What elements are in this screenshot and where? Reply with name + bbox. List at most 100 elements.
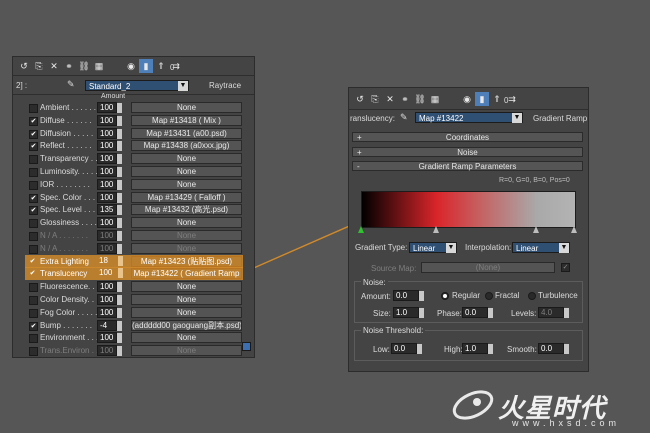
map-amount-spinner[interactable]: 18	[97, 255, 123, 267]
material-id-icon[interactable]: ▦	[428, 92, 442, 106]
map-slot-button[interactable]: None	[131, 217, 242, 229]
map-slot-button[interactable]: None	[131, 178, 242, 190]
put-to-scene-icon[interactable]: ⎘	[368, 92, 382, 106]
map-slot-button[interactable]: None	[131, 242, 242, 254]
noise-phase-spinner[interactable]: 0.0	[462, 307, 493, 318]
map-amount-spinner[interactable]: -4	[97, 319, 122, 331]
reset-icon[interactable]: ✕	[47, 59, 61, 73]
source-map-checkbox[interactable]: ✓	[561, 263, 570, 272]
map-amount-spinner[interactable]: 100	[97, 191, 122, 203]
map-slot-button[interactable]: None	[131, 332, 242, 344]
map-amount-spinner[interactable]: 100	[97, 127, 122, 139]
threshold-low-spinner[interactable]: 0.0	[391, 343, 422, 354]
map-amount-spinner[interactable]: 100	[97, 345, 122, 357]
map-slot-button[interactable]: None	[131, 230, 242, 241]
map-enable-checkbox[interactable]: ✔	[29, 116, 38, 126]
reset-icon[interactable]: ✕	[383, 92, 397, 106]
map-enable-checkbox[interactable]	[29, 155, 38, 165]
map-enable-checkbox[interactable]: ✔	[29, 206, 38, 216]
map-slot-button[interactable]: Map #13431 (a00.psd)	[131, 127, 242, 139]
map-enable-checkbox[interactable]	[29, 296, 38, 305]
map-amount-spinner[interactable]: 100	[97, 178, 122, 190]
map-amount-spinner[interactable]: 100	[97, 332, 122, 344]
map-enable-checkbox[interactable]	[29, 168, 38, 177]
threshold-high-spinner[interactable]: 1.0	[462, 343, 493, 354]
map-slot-button[interactable]: None	[131, 345, 242, 357]
source-map-button[interactable]: (None)	[421, 262, 555, 273]
map-amount-spinner[interactable]: 100	[97, 153, 122, 165]
show-in-viewport-icon[interactable]: ◉	[124, 59, 138, 73]
map-amount-spinner[interactable]: 100	[97, 294, 122, 305]
map-slot-button[interactable]: Map #13429 ( Falloff )	[131, 191, 242, 203]
gradient-flag[interactable]	[571, 226, 577, 233]
map-amount-spinner[interactable]: 100	[97, 217, 122, 229]
put-to-scene-icon[interactable]: ⎘	[32, 59, 46, 73]
make-unique-icon[interactable]: ⚭	[62, 59, 76, 73]
gradient-flag[interactable]	[532, 226, 539, 233]
rollout-noise[interactable]: + Noise	[352, 147, 583, 157]
map-slot-button[interactable]: Map #13423 (贴贴图.psd)	[131, 255, 242, 267]
noise-fractal-radio[interactable]	[485, 292, 493, 300]
map-enable-checkbox[interactable]	[29, 308, 38, 318]
eyedropper-icon[interactable]: ✎	[400, 112, 408, 123]
interpolation-dropdown[interactable]: Linear ▼	[512, 242, 570, 253]
go-to-parent-icon[interactable]: ⇑	[490, 92, 504, 106]
gradient-ramp-swatch[interactable]	[361, 191, 576, 228]
material-name-dropdown[interactable]: Standard_2 ▼	[85, 80, 189, 91]
noise-size-spinner[interactable]: 1.0	[393, 307, 424, 318]
threshold-smooth-spinner[interactable]: 0.0	[538, 343, 569, 354]
map-enable-checkbox[interactable]: ✔	[29, 258, 36, 265]
map-enable-checkbox[interactable]	[29, 283, 38, 293]
gradient-flag[interactable]	[432, 226, 439, 233]
eyedropper-icon[interactable]: ✎	[67, 79, 75, 90]
map-enable-checkbox[interactable]	[29, 104, 38, 113]
pick-material-icon[interactable]: ↺	[17, 59, 31, 73]
map-amount-spinner[interactable]: 100	[97, 230, 122, 241]
map-amount-spinner[interactable]: 100	[97, 102, 122, 113]
material-id-icon[interactable]: ▦	[92, 59, 106, 73]
map-slot-button[interactable]: Map #13432 (高光.psd)	[131, 204, 242, 216]
put-to-library-icon[interactable]: ⛓	[413, 92, 427, 106]
map-amount-spinner[interactable]: 100	[97, 114, 122, 126]
rollout-gradient-ramp-parameters[interactable]: - Gradient Ramp Parameters	[352, 161, 583, 171]
map-amount-spinner[interactable]: 100	[97, 306, 122, 318]
noise-regular-radio[interactable]	[441, 292, 449, 300]
map-slot-button[interactable]: Map #13438 (a0xxx.jpg)	[131, 140, 242, 152]
noise-amount-spinner[interactable]: 0.0	[393, 290, 424, 301]
map-enable-checkbox[interactable]	[29, 347, 38, 357]
rollout-coordinates[interactable]: + Coordinates	[352, 132, 583, 142]
map-type-button[interactable]: Gradient Ramp	[533, 114, 587, 123]
map-slot-button[interactable]: (addddd00 gaoguang副本.psd)	[131, 319, 242, 331]
map-enable-checkbox[interactable]: ✔	[29, 270, 36, 277]
map-enable-checkbox[interactable]	[29, 232, 38, 241]
map-enable-checkbox[interactable]: ✔	[29, 129, 38, 139]
gradient-type-dropdown[interactable]: Linear ▼	[409, 242, 457, 253]
map-enable-checkbox[interactable]	[29, 219, 38, 229]
map-enable-checkbox[interactable]	[29, 334, 38, 344]
map-slot-button[interactable]: Map #13418 ( Mix )	[131, 114, 242, 126]
map-amount-spinner[interactable]: 100	[97, 242, 122, 254]
map-enable-checkbox[interactable]	[29, 180, 38, 190]
noise-turbulence-radio[interactable]	[528, 292, 536, 300]
make-unique-icon[interactable]: ⚭	[398, 92, 412, 106]
show-end-result-icon[interactable]: ▮	[475, 92, 489, 106]
map-amount-spinner[interactable]: 100	[97, 140, 122, 152]
map-name-dropdown[interactable]: Map #13422 ▼	[415, 112, 523, 123]
map-slot-button[interactable]: None	[131, 102, 242, 113]
show-in-viewport-icon[interactable]: ◉	[460, 92, 474, 106]
noise-levels-spinner[interactable]: 4.0	[538, 307, 569, 318]
map-slot-button[interactable]: Map #13422 ( Gradient Ramp	[131, 268, 242, 280]
go-to-parent-icon[interactable]: ⇑	[154, 59, 168, 73]
gradient-flag-selected[interactable]	[358, 226, 364, 233]
map-enable-checkbox[interactable]	[29, 244, 38, 254]
map-slot-button[interactable]: None	[131, 306, 242, 318]
map-slot-button[interactable]: None	[131, 153, 242, 165]
material-type-button[interactable]: Raytrace	[209, 81, 241, 90]
map-enable-checkbox[interactable]: ✔	[29, 193, 38, 203]
pick-material-icon[interactable]: ↺	[353, 92, 367, 106]
map-enable-checkbox[interactable]: ✔	[29, 142, 38, 152]
map-amount-spinner[interactable]: 100	[97, 166, 122, 177]
map-enable-checkbox[interactable]: ✔	[29, 321, 38, 331]
show-end-result-icon[interactable]: ▮	[139, 59, 153, 73]
expand-icon[interactable]	[242, 342, 251, 351]
